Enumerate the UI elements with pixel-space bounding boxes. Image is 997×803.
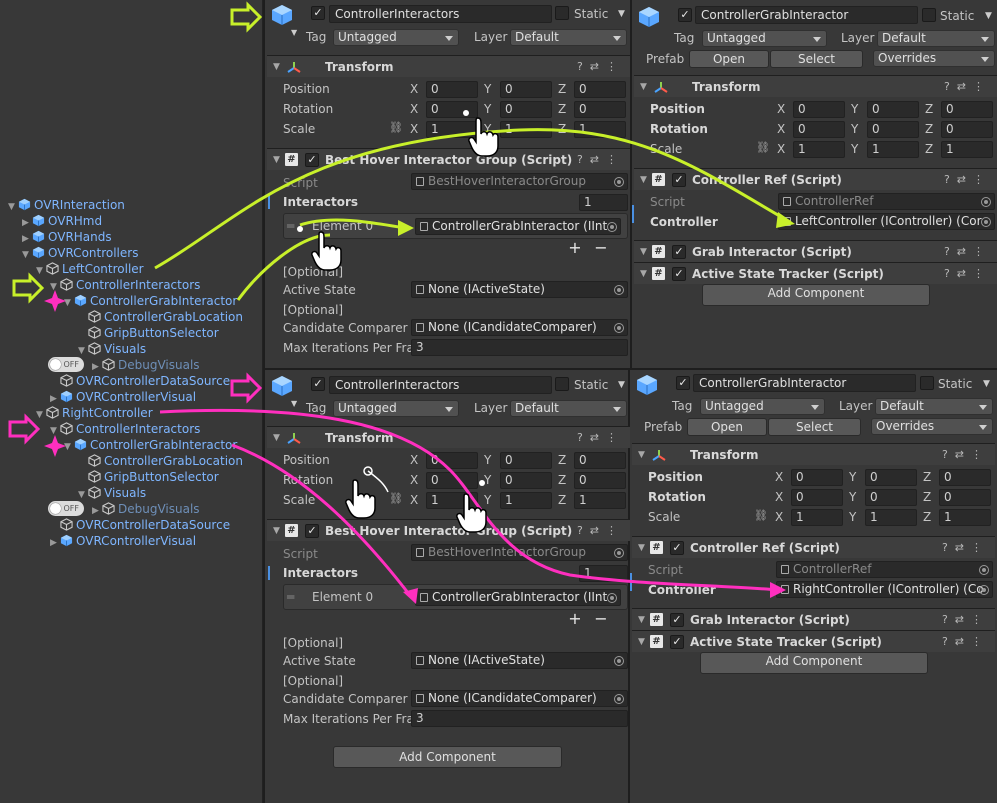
- pink-sparkle-icon-1: [44, 290, 66, 312]
- hand-cursor-icon-2: [311, 231, 342, 271]
- pink-link-arrowhead-1: [770, 582, 786, 598]
- green-pointer-arrow-hier: [12, 272, 45, 304]
- green-link-arrow-3: [299, 218, 406, 230]
- pink-sparkle-icon-2: [44, 435, 66, 457]
- pink-pointer-arrow-bottom: [230, 372, 263, 404]
- drag-dot-4: [479, 480, 485, 486]
- hand-cursor-icon-4: [456, 493, 487, 533]
- hand-cursor-icon-3: [345, 479, 376, 519]
- hand-cursor-icon-1: [468, 117, 499, 157]
- green-link-arrowhead-1: [776, 212, 795, 228]
- drag-dot-2: [297, 226, 303, 232]
- green-pointer-arrow-top: [230, 1, 263, 33]
- pink-pointer-arrow-hier: [8, 413, 41, 445]
- pink-link-arrow-2: [231, 443, 414, 599]
- green-link-arrowhead-3: [398, 220, 414, 236]
